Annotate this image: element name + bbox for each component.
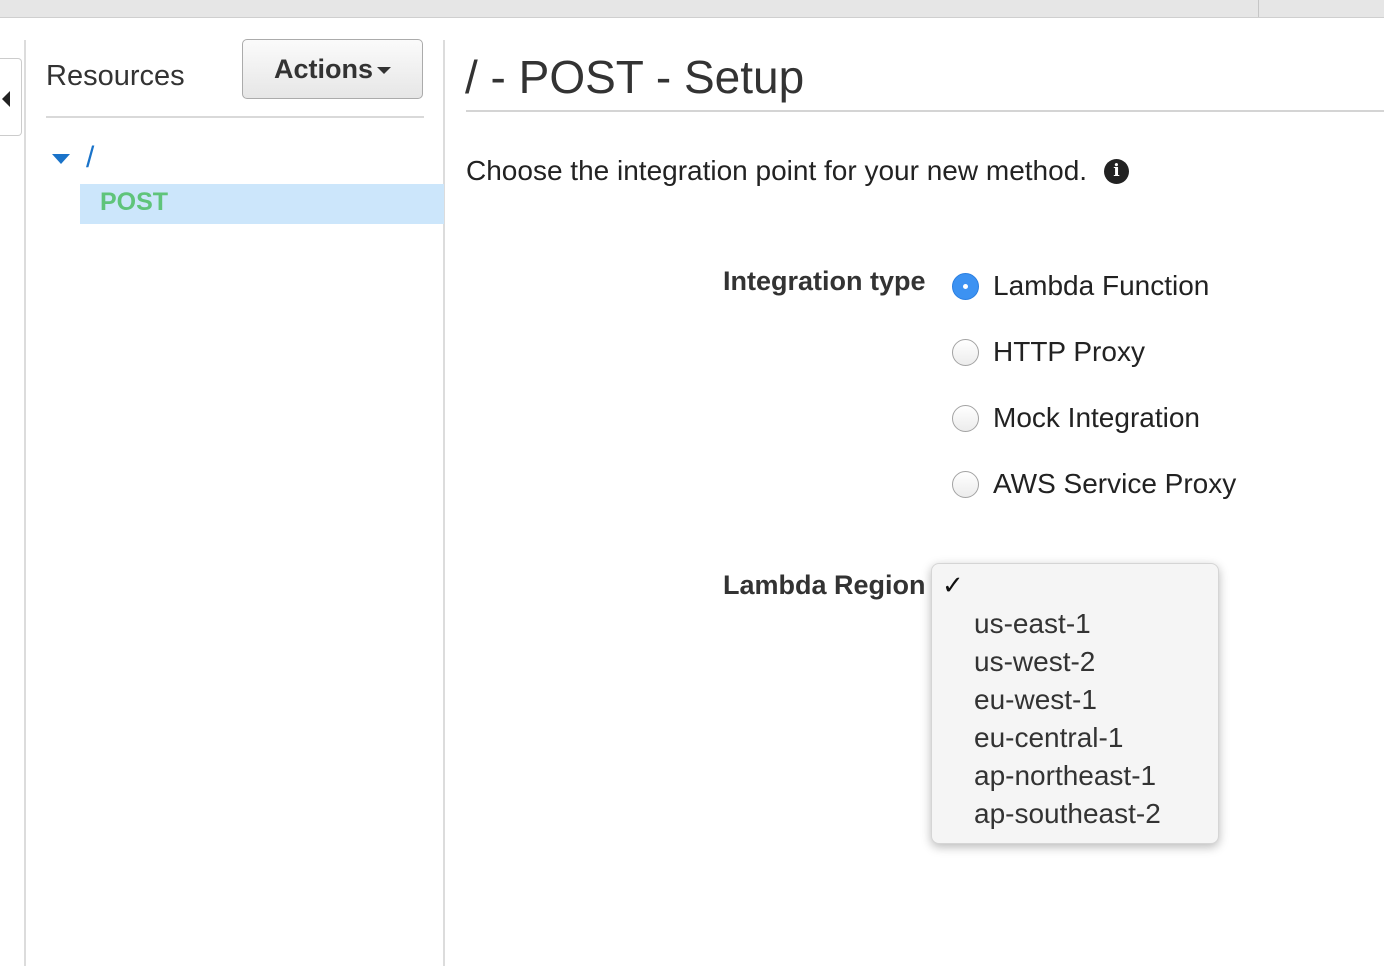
tree-method-label: POST [100, 188, 169, 216]
region-option[interactable]: ap-northeast-1 [974, 760, 1161, 798]
radio-label: Lambda Function [993, 270, 1210, 301]
actions-button[interactable]: Actions [242, 39, 423, 99]
radio-button[interactable] [952, 471, 979, 498]
intro-text: Choose the integration point for your ne… [466, 155, 1088, 186]
resources-title: Resources [46, 60, 185, 92]
region-option[interactable]: eu-west-1 [974, 684, 1161, 722]
caret-down-icon [377, 67, 391, 75]
top-bar [0, 0, 1384, 18]
radio-button[interactable] [952, 339, 979, 366]
integration-type-label: Integration type [723, 266, 926, 296]
page-title: / - POST - Setup [465, 51, 805, 103]
region-option[interactable]: us-east-1 [974, 608, 1161, 646]
radio-button-checked[interactable] [952, 273, 979, 300]
region-option[interactable]: eu-central-1 [974, 722, 1161, 760]
checkmark-icon: ✓ [942, 571, 964, 601]
title-divider [466, 110, 1384, 112]
sidebar-right-border [443, 40, 445, 966]
top-bar-divider [1258, 0, 1259, 17]
triangle-left-icon [2, 91, 10, 107]
lambda-region-label: Lambda Region [723, 570, 926, 600]
lambda-region-dropdown[interactable]: ✓ us-east-1 us-west-2 eu-west-1 eu-centr… [931, 563, 1219, 844]
collapse-sidebar-button[interactable] [0, 58, 22, 136]
radio-label: HTTP Proxy [993, 336, 1145, 367]
info-icon[interactable]: i [1104, 159, 1129, 184]
tree-expand-caret-icon[interactable] [52, 154, 70, 164]
radio-label: AWS Service Proxy [993, 468, 1237, 499]
radio-label: Mock Integration [993, 402, 1200, 433]
sidebar-left-border [24, 40, 26, 966]
region-option[interactable]: us-west-2 [974, 646, 1161, 684]
region-option[interactable]: ap-southeast-2 [974, 798, 1161, 836]
tree-method-post[interactable]: POST [80, 184, 444, 224]
radio-button[interactable] [952, 405, 979, 432]
tree-root-resource[interactable]: / [86, 141, 94, 175]
actions-label: Actions [273, 54, 373, 84]
region-options-list: us-east-1 us-west-2 eu-west-1 eu-central… [974, 608, 1161, 836]
resources-divider [46, 116, 424, 118]
